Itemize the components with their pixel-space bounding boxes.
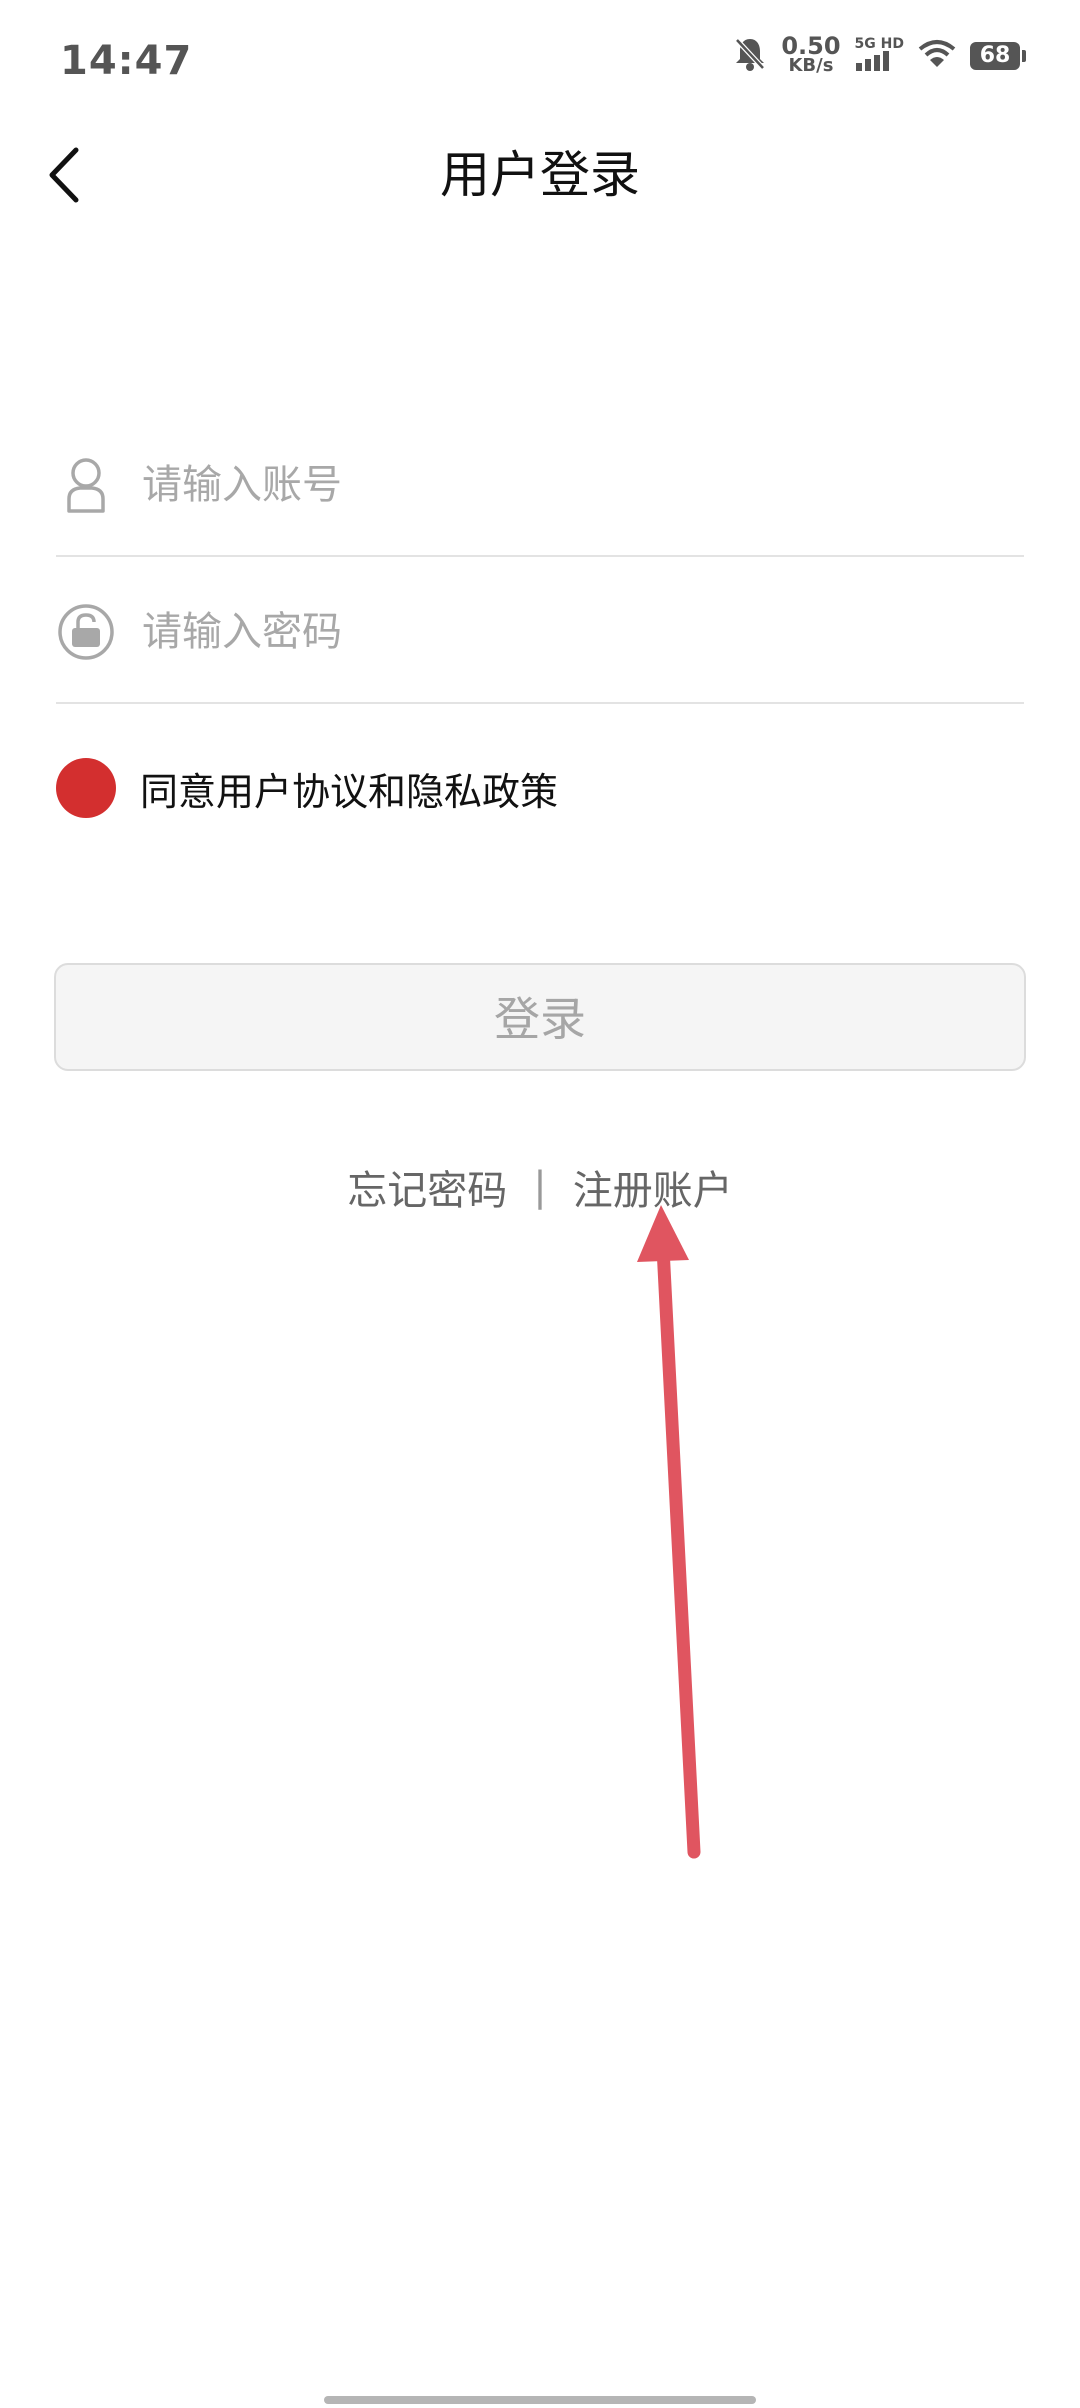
status-time: 14:47 xyxy=(60,38,193,84)
status-bar: 14:47 0.50 KB/s 5G HD 68 xyxy=(0,0,1080,130)
agreement-text: 同意用户协议和隐私政策 xyxy=(140,769,559,814)
password-input[interactable] xyxy=(142,609,1024,655)
wifi-icon xyxy=(918,39,956,73)
signal-label: 5G HD xyxy=(854,36,904,52)
password-row xyxy=(56,562,1024,704)
register-link[interactable]: 注册账户 xyxy=(573,1158,733,1216)
signal-bars-icon xyxy=(855,51,891,75)
forgot-password-link[interactable]: 忘记密码 xyxy=(347,1158,507,1216)
link-separator: | xyxy=(533,1164,547,1210)
network-speed-unit: KB/s xyxy=(788,55,834,76)
battery-indicator: 68 xyxy=(970,42,1026,70)
chevron-left-icon xyxy=(40,147,90,214)
network-speed-value: 0.50 xyxy=(781,32,841,60)
network-speed: 0.50 KB/s xyxy=(781,32,841,76)
account-links: 忘记密码 | 注册账户 xyxy=(0,1158,1080,1216)
bell-muted-icon xyxy=(733,36,767,76)
agreement-radio[interactable] xyxy=(56,758,116,818)
status-icons: 0.50 KB/s 5G HD 68 xyxy=(733,32,1026,76)
login-button[interactable]: 登录 xyxy=(54,963,1026,1071)
home-indicator[interactable] xyxy=(324,2396,756,2404)
back-button[interactable] xyxy=(40,140,90,210)
agreement-toggle[interactable]: 同意用户协议和隐私政策 xyxy=(56,758,558,818)
account-row xyxy=(56,415,1024,557)
account-input[interactable] xyxy=(142,462,1024,508)
user-icon xyxy=(56,455,116,515)
page-title: 用户登录 xyxy=(440,146,640,204)
cellular-signal: 5G HD xyxy=(855,37,904,75)
lock-icon xyxy=(56,602,116,662)
